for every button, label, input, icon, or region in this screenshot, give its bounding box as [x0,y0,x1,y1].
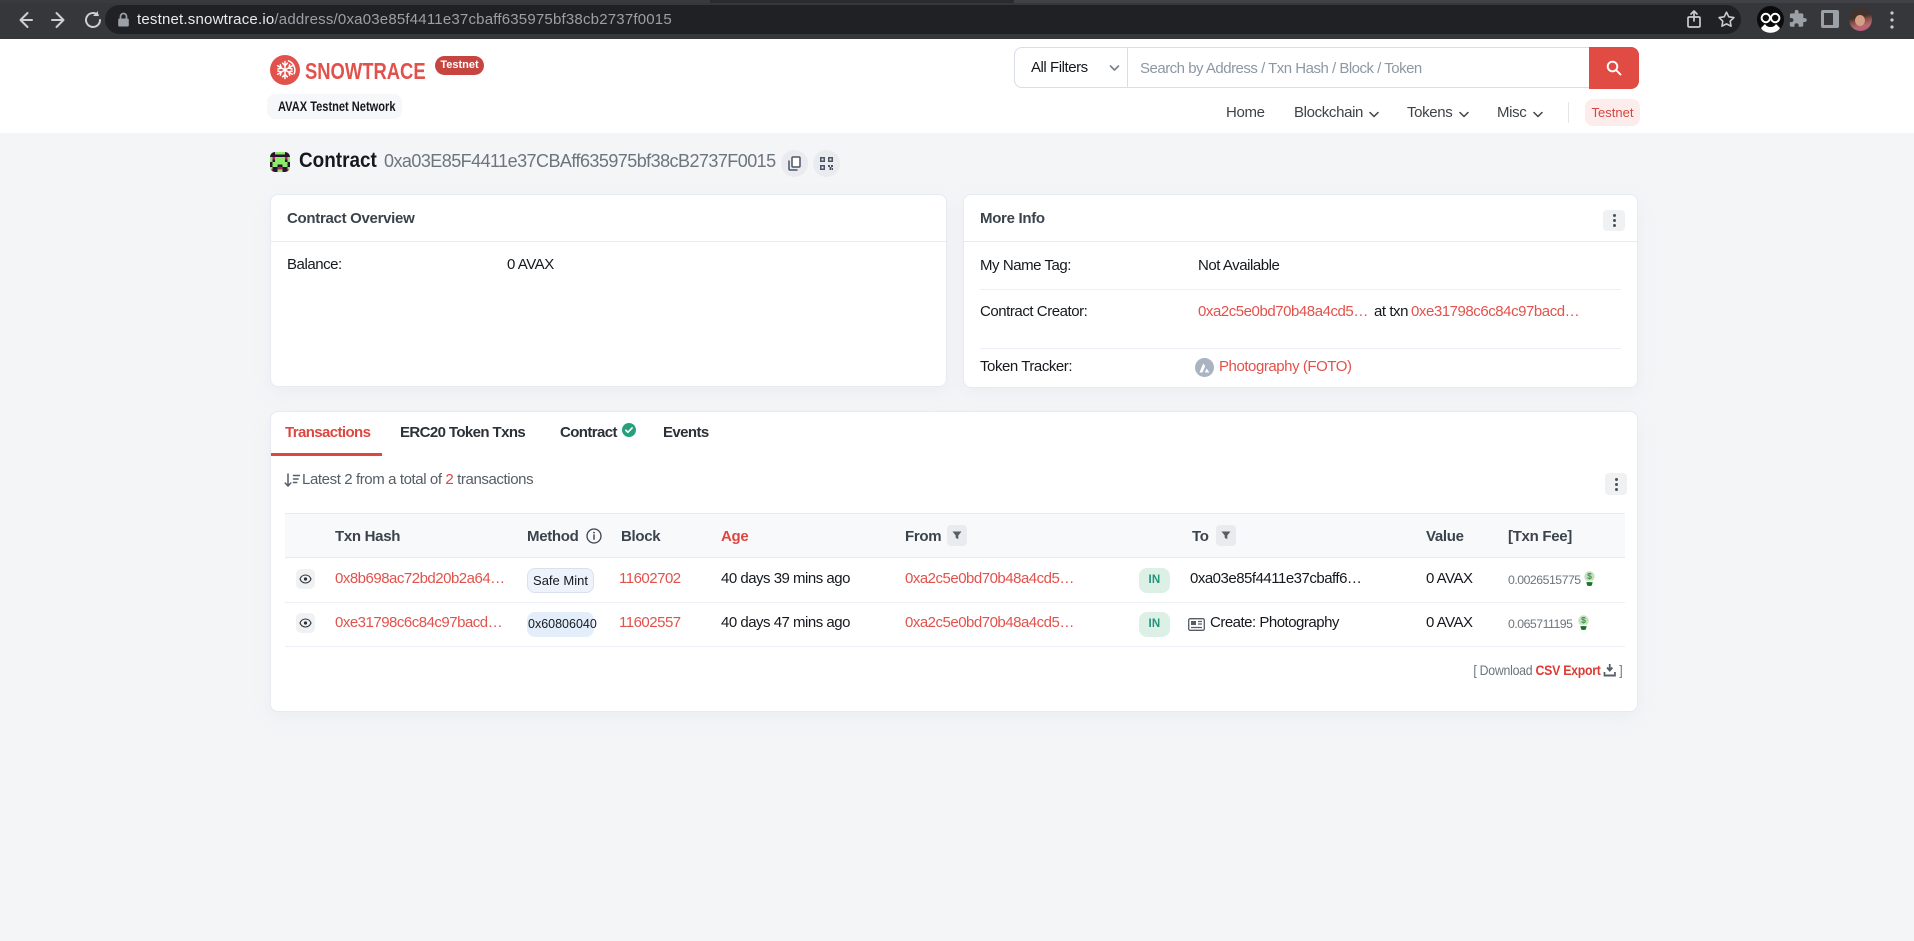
svg-text:$: $ [1587,571,1592,581]
svg-text:$: $ [1581,615,1586,625]
